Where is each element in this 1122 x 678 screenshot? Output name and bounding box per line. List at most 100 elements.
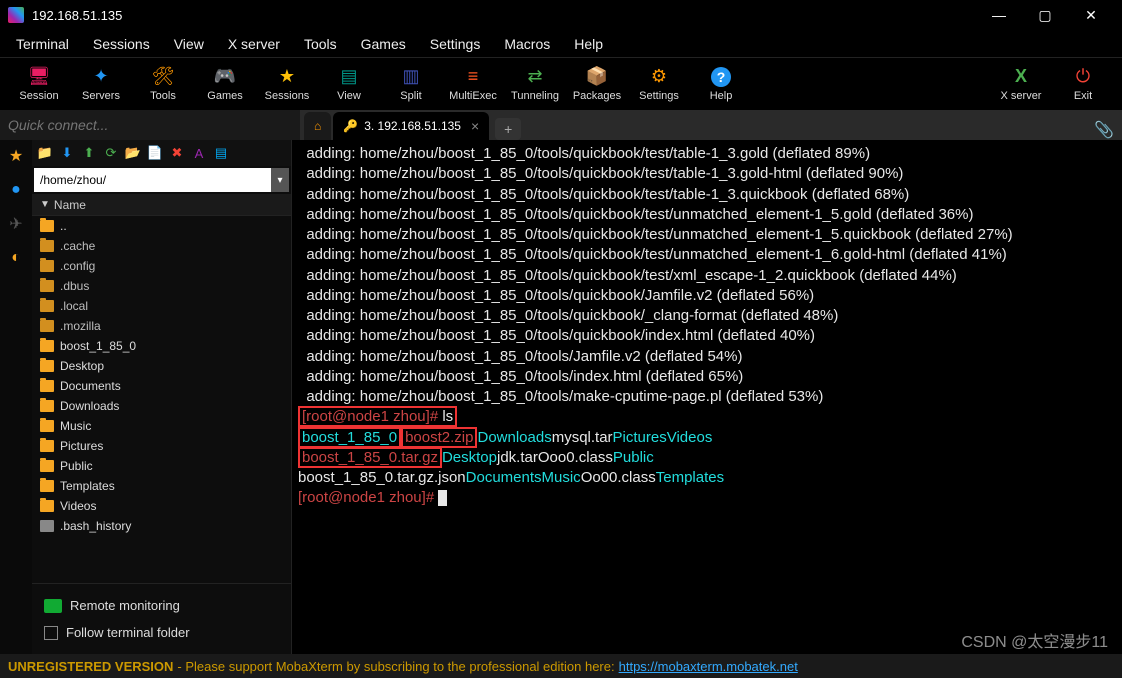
tb-xserver[interactable]: XX server bbox=[990, 67, 1052, 102]
path-input[interactable] bbox=[34, 168, 271, 192]
sftp-props-icon[interactable]: A bbox=[190, 144, 208, 162]
window-title: 192.168.51.135 bbox=[32, 8, 976, 23]
menu-tools[interactable]: Tools bbox=[292, 32, 349, 56]
sftp-download-icon[interactable]: ⬇ bbox=[58, 144, 76, 162]
file-item[interactable]: .dbus bbox=[32, 276, 291, 296]
tab-close-icon[interactable]: × bbox=[471, 118, 479, 134]
folder-icon bbox=[40, 260, 54, 272]
status-link[interactable]: https://mobaxterm.mobatek.net bbox=[619, 659, 798, 674]
split-icon: ▥ bbox=[401, 67, 421, 87]
tb-view[interactable]: ▤View bbox=[318, 67, 380, 102]
titlebar: 192.168.51.135 — ▢ ✕ bbox=[0, 0, 1122, 30]
unregistered-label: UNREGISTERED VERSION bbox=[8, 659, 173, 674]
path-dropdown-icon[interactable]: ▾ bbox=[271, 168, 289, 192]
left-rail: ★ ● ✈ ◐ bbox=[0, 140, 32, 654]
folder-icon bbox=[40, 480, 54, 492]
file-item[interactable]: .bash_history bbox=[32, 516, 291, 536]
menu-help[interactable]: Help bbox=[562, 32, 615, 56]
file-item[interactable]: .cache bbox=[32, 236, 291, 256]
rail-favorites-icon[interactable]: ★ bbox=[6, 146, 26, 166]
sftp-view-icon[interactable]: ▤ bbox=[212, 144, 230, 162]
exit-icon: ⏻ bbox=[1073, 67, 1093, 87]
file-item[interactable]: Desktop bbox=[32, 356, 291, 376]
tb-packages[interactable]: 📦Packages bbox=[566, 67, 628, 102]
menu-settings[interactable]: Settings bbox=[418, 32, 493, 56]
folder-icon bbox=[40, 460, 54, 472]
tb-split[interactable]: ▥Split bbox=[380, 67, 442, 102]
sftp-folder-icon[interactable]: 📁 bbox=[36, 144, 54, 162]
tb-games[interactable]: 🎮Games bbox=[194, 67, 256, 102]
folder-icon bbox=[40, 360, 54, 372]
file-item[interactable]: Downloads bbox=[32, 396, 291, 416]
file-item[interactable]: Public bbox=[32, 456, 291, 476]
status-text: - Please support MobaXterm by subscribin… bbox=[177, 659, 614, 674]
maximize-button[interactable]: ▢ bbox=[1022, 0, 1068, 30]
file-item[interactable]: .local bbox=[32, 296, 291, 316]
statusbar: UNREGISTERED VERSION - Please support Mo… bbox=[0, 654, 1122, 678]
rail-macros-icon[interactable]: ✈ bbox=[6, 214, 26, 234]
remote-monitoring-row[interactable]: Remote monitoring bbox=[40, 592, 283, 619]
file-item[interactable]: Documents bbox=[32, 376, 291, 396]
folder-icon bbox=[40, 320, 54, 332]
file-item[interactable]: .config bbox=[32, 256, 291, 276]
folder-icon bbox=[40, 220, 54, 232]
menu-games[interactable]: Games bbox=[349, 32, 418, 56]
tb-servers[interactable]: ✦Servers bbox=[70, 67, 132, 102]
attach-icon[interactable]: 📎 bbox=[1094, 120, 1114, 140]
tb-settings[interactable]: ⚙Settings bbox=[628, 67, 690, 102]
tb-sessions[interactable]: ★Sessions bbox=[256, 67, 318, 102]
folder-icon bbox=[40, 440, 54, 452]
follow-checkbox[interactable] bbox=[44, 626, 58, 640]
menu-terminal[interactable]: Terminal bbox=[4, 32, 81, 56]
file-item[interactable]: Templates bbox=[32, 476, 291, 496]
file-item[interactable]: boost_1_85_0 bbox=[32, 336, 291, 356]
close-button[interactable]: ✕ bbox=[1068, 0, 1114, 30]
tb-multiexec[interactable]: ≡MultiExec bbox=[442, 67, 504, 102]
session-icon: 🖥 bbox=[29, 67, 49, 87]
sidebar-footer: Remote monitoring Follow terminal folder bbox=[32, 583, 291, 654]
file-item[interactable]: Music bbox=[32, 416, 291, 436]
tb-tools[interactable]: 🛠Tools bbox=[132, 67, 194, 102]
new-tab-button[interactable]: + bbox=[495, 118, 521, 140]
file-item[interactable]: .mozilla bbox=[32, 316, 291, 336]
tb-session[interactable]: 🖥Session bbox=[8, 67, 70, 102]
folder-icon bbox=[40, 240, 54, 252]
sftp-toolbar: 📁 ⬇ ⬆ ⟳ 📂 📄 ✖ A ▤ bbox=[32, 140, 291, 166]
sftp-upload-icon[interactable]: ⬆ bbox=[80, 144, 98, 162]
key-icon: 🔑 bbox=[343, 119, 358, 133]
tunneling-icon: ⇄ bbox=[525, 67, 545, 87]
app-icon bbox=[8, 7, 24, 23]
file-header[interactable]: ▼Name bbox=[32, 194, 291, 216]
quickconnect-bar: ⌂ 🔑 3. 192.168.51.135 × + 📎 bbox=[0, 110, 1122, 140]
file-item[interactable]: .. bbox=[32, 216, 291, 236]
folder-icon bbox=[40, 340, 54, 352]
tab-session-3[interactable]: 🔑 3. 192.168.51.135 × bbox=[333, 112, 489, 140]
menubar: Terminal Sessions View X server Tools Ga… bbox=[0, 30, 1122, 58]
multiexec-icon: ≡ bbox=[463, 67, 483, 87]
file-icon bbox=[40, 520, 54, 532]
tb-tunneling[interactable]: ⇄Tunneling bbox=[504, 67, 566, 102]
terminal[interactable]: adding: home/zhou/boost_1_85_0/tools/qui… bbox=[292, 140, 1122, 654]
tb-exit[interactable]: ⏻Exit bbox=[1052, 67, 1114, 102]
monitor-icon bbox=[44, 599, 62, 613]
rail-tools-icon[interactable]: ◐ bbox=[6, 248, 26, 268]
sftp-delete-icon[interactable]: ✖ bbox=[168, 144, 186, 162]
sftp-newfile-icon[interactable]: 📄 bbox=[146, 144, 164, 162]
quick-connect-input[interactable] bbox=[0, 113, 300, 137]
sftp-refresh-icon[interactable]: ⟳ bbox=[102, 144, 120, 162]
minimize-button[interactable]: — bbox=[976, 0, 1022, 30]
file-list[interactable]: ...cache.config.dbus.local.mozillaboost_… bbox=[32, 216, 291, 583]
packages-icon: 📦 bbox=[587, 67, 607, 87]
rail-sftp-icon[interactable]: ● bbox=[6, 180, 26, 200]
sftp-newfolder-icon[interactable]: 📂 bbox=[124, 144, 142, 162]
file-item[interactable]: Videos bbox=[32, 496, 291, 516]
menu-sessions[interactable]: Sessions bbox=[81, 32, 162, 56]
tb-help[interactable]: ?Help bbox=[690, 67, 752, 102]
tab-home[interactable]: ⌂ bbox=[304, 112, 331, 140]
menu-macros[interactable]: Macros bbox=[492, 32, 562, 56]
settings-icon: ⚙ bbox=[649, 67, 669, 87]
menu-view[interactable]: View bbox=[162, 32, 216, 56]
follow-terminal-row[interactable]: Follow terminal folder bbox=[40, 619, 283, 646]
file-item[interactable]: Pictures bbox=[32, 436, 291, 456]
menu-xserver[interactable]: X server bbox=[216, 32, 292, 56]
